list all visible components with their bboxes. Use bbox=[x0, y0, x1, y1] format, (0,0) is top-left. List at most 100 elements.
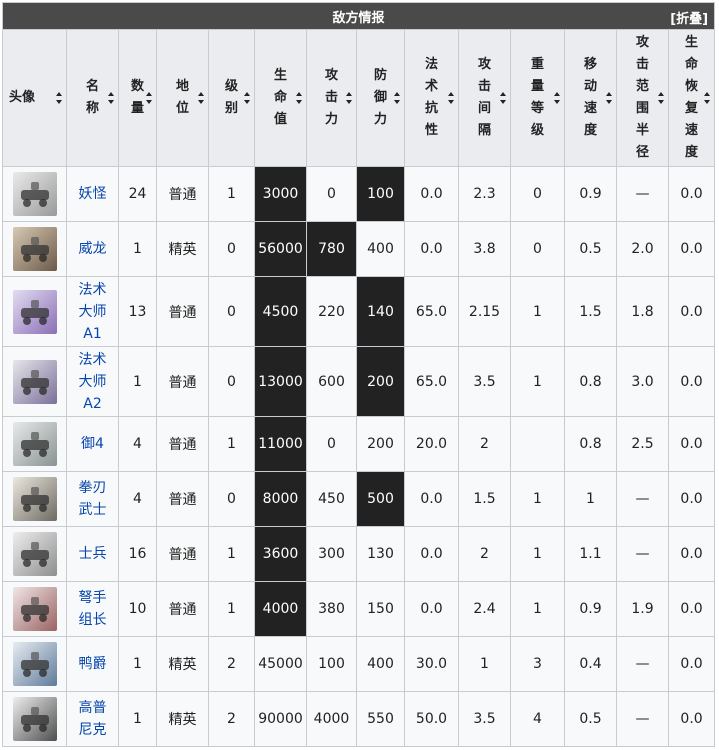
cell-name[interactable]: 高普尼克 bbox=[66, 691, 119, 747]
enemy-name-link[interactable]: 法术大师A1 bbox=[78, 279, 108, 345]
cell-name[interactable]: 弩手组长 bbox=[66, 581, 119, 637]
blade-fighter-avatar[interactable] bbox=[12, 477, 57, 521]
collapse-toggle[interactable]: [折叠] bbox=[670, 8, 708, 27]
cell-speed: 0.4 bbox=[564, 636, 617, 692]
cell-atk: 380 bbox=[306, 581, 357, 637]
column-header-label: 生命值 bbox=[273, 68, 287, 127]
avatar-cell bbox=[2, 691, 67, 747]
column-header-level[interactable]: 级别 bbox=[208, 29, 255, 167]
caster-drone-a2-avatar[interactable] bbox=[12, 359, 57, 404]
cell-name[interactable]: 拳刃武士 bbox=[66, 471, 119, 527]
cell-status: 普通 bbox=[156, 166, 209, 222]
column-header-def[interactable]: 防御力 bbox=[356, 29, 405, 167]
cell-interval: 3.5 bbox=[458, 346, 511, 417]
enemy-name-link[interactable]: 士兵 bbox=[78, 543, 108, 565]
enemy-name-link[interactable]: 御4 bbox=[78, 433, 108, 455]
cell-interval: 3.5 bbox=[458, 691, 511, 747]
column-header-status[interactable]: 地位 bbox=[156, 29, 209, 167]
cell-range: 2.5 bbox=[616, 416, 669, 472]
avatar-cell bbox=[2, 166, 67, 222]
column-header-range[interactable]: 攻击范围半径 bbox=[616, 29, 669, 167]
caster-drone-a1-avatar[interactable] bbox=[12, 289, 57, 334]
enemy-name-link[interactable]: 妖怪 bbox=[78, 183, 108, 205]
sort-arrows-icon[interactable] bbox=[108, 91, 115, 105]
column-header-hp[interactable]: 生命值 bbox=[254, 29, 307, 167]
sort-arrows-icon[interactable] bbox=[146, 91, 153, 105]
soldier-avatar[interactable] bbox=[12, 532, 57, 576]
cell-range: — bbox=[616, 636, 669, 692]
avatar-cell bbox=[2, 526, 67, 582]
cell-name[interactable]: 士兵 bbox=[66, 526, 119, 582]
cell-count: 4 bbox=[118, 471, 157, 527]
cell-count: 10 bbox=[118, 581, 157, 637]
cell-range: 1.8 bbox=[616, 276, 669, 347]
sort-arrows-icon[interactable] bbox=[606, 91, 613, 105]
column-header-atk[interactable]: 攻击力 bbox=[306, 29, 357, 167]
sort-arrows-icon[interactable] bbox=[448, 91, 455, 105]
column-header-speed[interactable]: 移动速度 bbox=[564, 29, 617, 167]
cell-atk: 4000 bbox=[306, 691, 357, 747]
enemy-name-link[interactable]: 高普尼克 bbox=[78, 697, 108, 741]
cell-regen: 0.0 bbox=[667, 581, 716, 637]
cell-hp: 3600 bbox=[254, 526, 307, 582]
sort-arrows-icon[interactable] bbox=[244, 91, 251, 105]
cell-speed: 0.5 bbox=[564, 221, 617, 277]
sort-arrows-icon[interactable] bbox=[346, 91, 353, 105]
cell-interval: 1.5 bbox=[458, 471, 511, 527]
sort-arrows-icon[interactable] bbox=[500, 91, 507, 105]
cell-name[interactable]: 妖怪 bbox=[66, 166, 119, 222]
cell-count: 16 bbox=[118, 526, 157, 582]
column-header-label: 数量 bbox=[130, 79, 144, 116]
column-header-weight[interactable]: 重量等级 bbox=[510, 29, 565, 167]
cell-interval: 2.15 bbox=[458, 276, 511, 347]
duke-avatar[interactable] bbox=[12, 642, 57, 686]
cell-level: 2 bbox=[208, 691, 255, 747]
avatar-cell bbox=[2, 471, 67, 527]
enemy-name-link[interactable]: 威龙 bbox=[78, 238, 108, 260]
cell-hp: 90000 bbox=[254, 691, 307, 747]
cell-atk: 780 bbox=[306, 221, 357, 277]
column-header-interval[interactable]: 攻击间隔 bbox=[458, 29, 511, 167]
column-header-res[interactable]: 法术抗性 bbox=[404, 29, 459, 167]
cell-name[interactable]: 鸭爵 bbox=[66, 636, 119, 692]
cell-status: 普通 bbox=[156, 416, 209, 472]
cell-weight: 0 bbox=[510, 166, 565, 222]
cell-interval: 2.4 bbox=[458, 581, 511, 637]
cell-name[interactable]: 法术大师A1 bbox=[66, 276, 119, 347]
cell-count: 4 bbox=[118, 416, 157, 472]
cell-atk: 100 bbox=[306, 636, 357, 692]
sort-arrows-icon[interactable] bbox=[658, 91, 665, 105]
column-header-label: 生命恢复速度 bbox=[685, 35, 699, 160]
sort-arrows-icon[interactable] bbox=[198, 91, 205, 105]
crossbow-leader-avatar[interactable] bbox=[12, 587, 57, 631]
enemy-name-link[interactable]: 弩手组长 bbox=[78, 587, 108, 631]
sort-arrows-icon[interactable] bbox=[704, 91, 711, 105]
enemy-name-link[interactable]: 法术大师A2 bbox=[78, 349, 108, 415]
cell-name[interactable]: 威龙 bbox=[66, 221, 119, 277]
column-header-avatar[interactable]: 头像 bbox=[2, 29, 67, 167]
sort-arrows-icon[interactable] bbox=[394, 91, 401, 105]
heavy-drone-avatar[interactable] bbox=[12, 227, 57, 271]
cell-speed: 0.9 bbox=[564, 581, 617, 637]
cell-level: 1 bbox=[208, 526, 255, 582]
cell-res: 0.0 bbox=[404, 221, 459, 277]
cell-regen: 0.0 bbox=[667, 471, 716, 527]
column-header-name[interactable]: 名称 bbox=[66, 29, 119, 167]
cell-name[interactable]: 法术大师A2 bbox=[66, 346, 119, 417]
guard-drone-avatar[interactable] bbox=[12, 422, 57, 466]
sort-arrows-icon[interactable] bbox=[554, 91, 561, 105]
cell-speed: 1 bbox=[564, 471, 617, 527]
cell-range: — bbox=[616, 526, 669, 582]
gopnik-avatar[interactable] bbox=[12, 697, 57, 741]
cell-def: 400 bbox=[356, 636, 405, 692]
column-header-regen[interactable]: 生命恢复速度 bbox=[667, 29, 716, 167]
cell-range: 2.0 bbox=[616, 221, 669, 277]
enemy-name-link[interactable]: 鸭爵 bbox=[78, 653, 108, 675]
column-header-count[interactable]: 数量 bbox=[118, 29, 157, 167]
drone-enemy-avatar[interactable] bbox=[12, 172, 57, 216]
enemy-name-link[interactable]: 拳刃武士 bbox=[78, 477, 108, 521]
cell-name[interactable]: 御4 bbox=[66, 416, 119, 472]
sort-arrows-icon[interactable] bbox=[296, 91, 303, 105]
sort-arrows-icon[interactable] bbox=[56, 91, 63, 105]
table-row: 弩手组长 10 普通 1 4000 380 150 0.0 2.4 1 0.9 1.9 0.0 bbox=[2, 581, 716, 637]
